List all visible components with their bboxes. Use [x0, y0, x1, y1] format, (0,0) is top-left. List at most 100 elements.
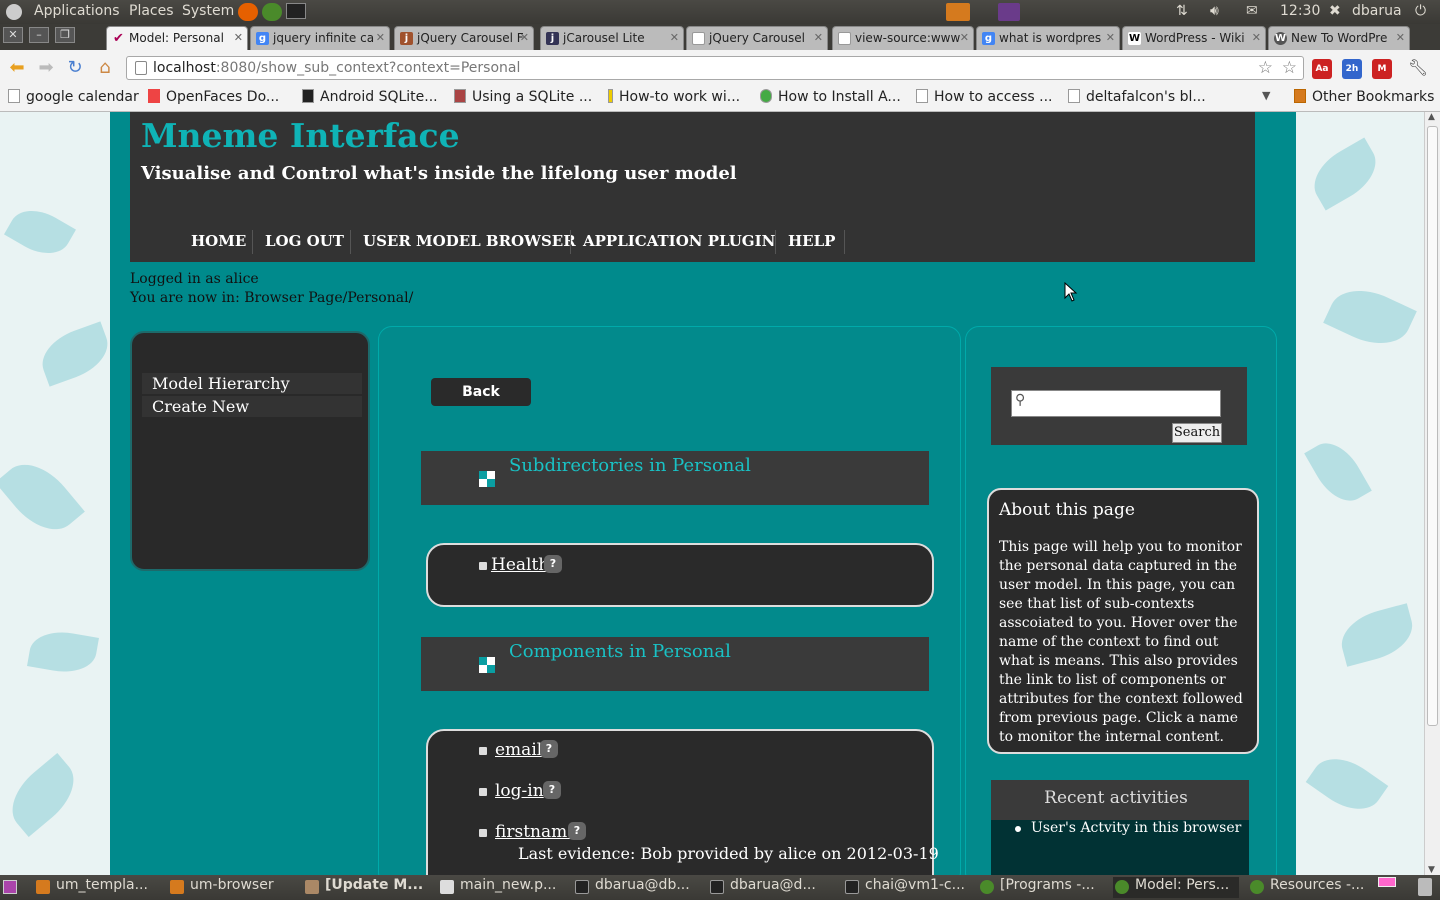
show-desktop-icon[interactable] [3, 880, 17, 894]
mail-icon[interactable]: ✉ [1246, 3, 1258, 19]
taskbar-item[interactable]: [Programs -... [978, 877, 1104, 898]
help-icon[interactable]: ? [540, 740, 558, 758]
other-bookmarks[interactable]: Other Bookmarks [1294, 89, 1434, 105]
section-icon [479, 657, 495, 673]
scrollbar-thumb[interactable] [1427, 126, 1438, 726]
close-tab-icon[interactable]: ✕ [670, 31, 679, 44]
menu-system[interactable]: System [182, 3, 234, 19]
trash-icon[interactable] [1418, 878, 1432, 896]
power-icon[interactable]: ⏻ [1415, 3, 1426, 19]
taskbar-item[interactable]: dbarua@d... [708, 877, 834, 898]
tab-jcarousel-lite[interactable]: j jCarousel Lite ✕ [540, 26, 684, 50]
search-button[interactable]: Search [1172, 423, 1222, 443]
workspace-switcher-icon[interactable] [1378, 877, 1396, 887]
window-restore-icon[interactable]: ❐ [55, 27, 75, 43]
calendar-extension-icon[interactable]: 2h [1342, 59, 1362, 79]
bookmark-item[interactable]: How to Install A... [760, 89, 901, 105]
close-tab-icon[interactable]: ✕ [1252, 31, 1261, 44]
taskbar-item[interactable]: dbarua@db... [573, 877, 699, 898]
adobe-extension-icon[interactable]: Aa [1312, 59, 1332, 79]
search-input[interactable]: ⚲ [1011, 390, 1221, 417]
close-tab-icon[interactable]: ✕ [814, 31, 823, 44]
tab-jquery-infinite[interactable]: g jquery infinite ca ✕ [250, 26, 390, 50]
clock[interactable]: 12:30 [1280, 3, 1320, 19]
web-page: Mneme Interface Visualise and Control wh… [0, 112, 1424, 875]
last-evidence-text: Last evidence: Bob provided by alice on … [518, 844, 939, 863]
star-icon[interactable]: ☆ [1282, 58, 1297, 78]
close-tab-icon[interactable]: ✕ [1106, 31, 1115, 44]
nav-help[interactable]: HELP [788, 232, 835, 250]
chevron-down-icon[interactable]: ▼ [1262, 89, 1270, 102]
tab-model-personal[interactable]: ✔ Model: Personal ✕ [106, 26, 248, 50]
help-icon[interactable]: ? [568, 822, 586, 840]
taskbar-item[interactable]: main_new.p... [438, 877, 564, 898]
bookmark-item[interactable]: How to access ... [916, 89, 1052, 105]
component-firstname-link[interactable]: firstname [495, 822, 577, 842]
bookmark-item[interactable]: How-to work wi... [608, 89, 740, 105]
android-icon [302, 89, 314, 103]
help-icon[interactable]: ? [544, 555, 562, 573]
user-status-icon[interactable]: ✖ [1329, 3, 1341, 19]
bookmark-item[interactable]: deltafalcon's bl... [1068, 89, 1206, 105]
reload-icon[interactable]: ↻ [64, 57, 86, 79]
user-name[interactable]: dbarua [1352, 3, 1402, 19]
component-log-in-link[interactable]: log-in [495, 781, 544, 801]
taskbar-item[interactable]: [Update M... [303, 877, 429, 898]
chrome-launcher-icon[interactable] [262, 3, 282, 21]
folder-icon[interactable] [946, 3, 970, 21]
window-minimize-icon[interactable]: – [29, 27, 49, 43]
home-icon[interactable]: ⌂ [94, 57, 116, 79]
taskbar-item[interactable]: Model: Pers... [1113, 877, 1239, 898]
menu-applications[interactable]: Applications [34, 3, 120, 19]
nav-application-plugin[interactable]: APPLICATION PLUGIN [583, 232, 775, 250]
component-email-link[interactable]: email [495, 740, 542, 760]
ubuntu-logo-icon[interactable] [6, 4, 22, 20]
bookmark-item[interactable]: OpenFaces Do... [148, 89, 279, 105]
gmail-extension-icon[interactable]: M [1372, 59, 1392, 79]
tab-wordpress-wiki[interactable]: W WordPress - Wiki ✕ [1122, 26, 1266, 50]
close-tab-icon[interactable]: ✕ [520, 31, 529, 44]
scroll-down-icon[interactable]: ▼ [1428, 865, 1435, 875]
network-icon[interactable]: ⇅ [1176, 3, 1188, 19]
address-bar[interactable]: localhost:8080/show_sub_context?context=… [126, 56, 1304, 80]
window-close-icon[interactable]: ✕ [3, 27, 23, 43]
nav-log-out[interactable]: LOG OUT [265, 232, 344, 250]
close-tab-icon[interactable]: ✕ [376, 31, 385, 44]
menu-places[interactable]: Places [129, 3, 174, 19]
vertical-scrollbar[interactable]: ▲ ▼ [1424, 112, 1440, 875]
firefox-launcher-icon[interactable] [238, 3, 258, 21]
back-arrow-icon[interactable]: ⬅ [6, 57, 28, 79]
taskbar-item[interactable]: Resources -... [1248, 877, 1374, 898]
terminal-launcher-icon[interactable] [286, 3, 306, 19]
taskbar-item[interactable]: um_templa... [34, 877, 160, 898]
nav-user-model-browser[interactable]: USER MODEL BROWSER [363, 232, 576, 250]
help-icon[interactable]: ? [543, 781, 561, 799]
monitor-icon[interactable] [998, 3, 1020, 21]
bookmark-item[interactable]: google calendar [8, 89, 139, 105]
tab-what-is-wordpress[interactable]: g what is wordpres ✕ [976, 26, 1120, 50]
star-icon[interactable]: ☆ [1258, 58, 1273, 78]
tab-new-to-wordpress[interactable]: W New To WordPre ✕ [1268, 26, 1410, 50]
forward-arrow-icon[interactable]: ➡ [35, 57, 57, 79]
taskbar-item[interactable]: chai@vm1-c... [843, 877, 969, 898]
taskbar-item[interactable]: um-browser [168, 877, 294, 898]
close-tab-icon[interactable]: ✕ [1396, 31, 1405, 44]
site-title[interactable]: Mneme Interface [141, 116, 460, 155]
tab-jquery-carousel-f[interactable]: j jQuery Carousel F ✕ [394, 26, 534, 50]
menu-create-new[interactable]: Create New [142, 396, 362, 417]
wrench-icon[interactable]: 🔧︎ [1407, 57, 1429, 79]
nav-home[interactable]: HOME [191, 232, 246, 250]
tab-view-source[interactable]: view-source:www ✕ [832, 26, 974, 50]
bookmark-item[interactable]: Android SQLite... [302, 89, 438, 105]
volume-icon[interactable]: 🔊︎ [1210, 3, 1219, 19]
recent-activity-item[interactable]: User's Actvity in this browser [1014, 820, 1241, 836]
scroll-up-icon[interactable]: ▲ [1428, 112, 1435, 122]
menu-model-hierarchy[interactable]: Model Hierarchy [142, 373, 362, 394]
page-info-icon[interactable] [135, 61, 147, 75]
subdir-health-link[interactable]: Health [491, 555, 549, 575]
back-button[interactable]: Back [431, 378, 531, 406]
tab-jquery-carousel[interactable]: jQuery Carousel ✕ [686, 26, 828, 50]
close-tab-icon[interactable]: ✕ [234, 31, 243, 44]
bookmark-item[interactable]: Using a SQLite ... [454, 89, 592, 105]
close-tab-icon[interactable]: ✕ [960, 31, 969, 44]
